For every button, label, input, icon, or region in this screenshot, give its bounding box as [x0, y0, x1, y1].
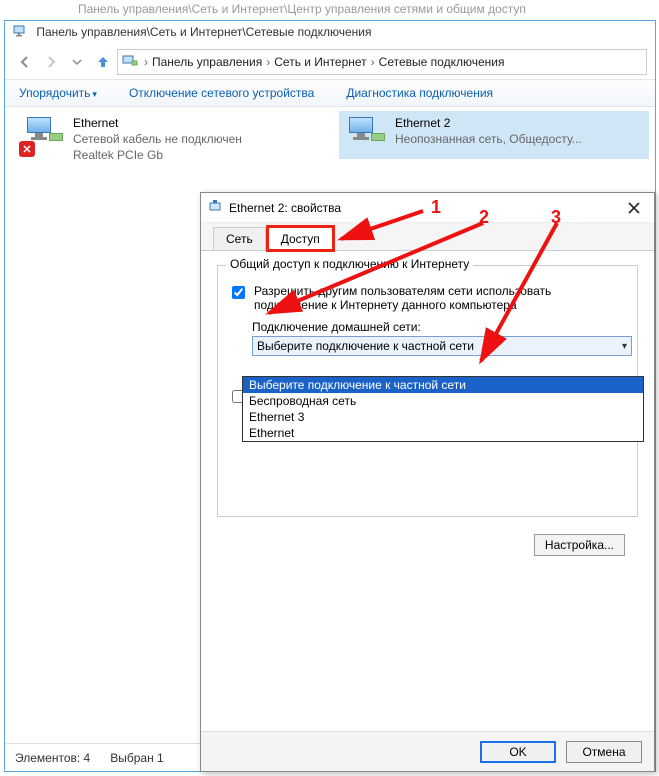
nav-recent-button[interactable] — [65, 50, 89, 74]
combo-option[interactable]: Выберите подключение к частной сети — [243, 377, 643, 393]
disconnected-x-icon: ✕ — [19, 141, 35, 157]
nic-icon — [343, 115, 387, 155]
connection-status: Неопознанная сеть, Общедосту... — [395, 131, 582, 147]
settings-button[interactable]: Настройка... — [534, 534, 625, 556]
tab-sharing[interactable]: Доступ — [268, 227, 333, 250]
home-connection-label: Подключение домашней сети: — [252, 320, 627, 334]
close-button[interactable] — [620, 197, 648, 219]
chevron-right-icon: › — [144, 55, 148, 69]
toolbar: Упорядочить▾ Отключение сетевого устройс… — [5, 79, 655, 107]
nav-forward-button — [39, 50, 63, 74]
close-icon — [628, 202, 640, 214]
nav-back-button[interactable] — [13, 50, 37, 74]
window-title-text: Панель управления\Сеть и Интернет\Сетевы… — [36, 25, 371, 39]
home-connection-combo[interactable]: Выберите подключение к частной сети ▾ — [252, 336, 632, 356]
connection-device: Realtek PCIe Gb — [73, 147, 242, 163]
window-titlebar: Панель управления\Сеть и Интернет\Сетевы… — [5, 21, 655, 45]
allow-sharing-label: Разрешить другим пользователям сети испо… — [254, 284, 627, 312]
breadcrumb-net-connections[interactable]: Сетевые подключения — [379, 55, 505, 69]
chevron-down-icon: ▾ — [92, 89, 97, 99]
groupbox-legend: Общий доступ к подключению к Интернету — [226, 257, 473, 271]
breadcrumb-control-panel[interactable]: Панель управления — [152, 55, 262, 69]
chevron-down-icon: ▾ — [622, 341, 627, 352]
toolbar-organize[interactable]: Упорядочить▾ — [19, 86, 97, 100]
connection-labels: Ethernet Сетевой кабель не подключен Rea… — [73, 115, 242, 163]
connection-item-ethernet2[interactable]: Ethernet 2 Неопознанная сеть, Общедосту.… — [339, 111, 649, 159]
ok-button[interactable]: OK — [480, 741, 556, 763]
ethernet-icon — [207, 198, 223, 217]
combo-option[interactable]: Ethernet — [243, 425, 643, 441]
combo-option[interactable]: Беспроводная сеть — [243, 393, 643, 409]
connection-labels: Ethernet 2 Неопознанная сеть, Общедосту.… — [395, 115, 582, 155]
properties-dialog: Ethernet 2: свойства Сеть Доступ Общий д… — [200, 192, 655, 772]
toolbar-diagnose[interactable]: Диагностика подключения — [346, 86, 493, 100]
addressbar-icon — [122, 55, 138, 70]
connection-status: Сетевой кабель не подключен — [73, 131, 242, 147]
ghost-window-title: Панель управления\Сеть и Интернет\Центр … — [0, 0, 659, 20]
nic-icon: ✕ — [21, 115, 65, 155]
status-selected-count: Выбран 1 — [110, 751, 163, 765]
status-elements-count: Элементов: 4 — [15, 751, 90, 765]
home-connection-dropdown[interactable]: Выберите подключение к частной сети Бесп… — [242, 376, 644, 442]
network-connections-icon — [13, 25, 29, 40]
nav-up-button[interactable] — [91, 50, 115, 74]
tab-network[interactable]: Сеть — [213, 227, 266, 250]
cancel-button[interactable]: Отмена — [566, 741, 642, 763]
addressbar-row: › Панель управления › Сеть и Интернет › … — [5, 45, 655, 79]
dialog-title-text: Ethernet 2: свойства — [229, 201, 620, 215]
chevron-right-icon: › — [371, 55, 375, 69]
dialog-button-row: OK Отмена — [201, 731, 654, 771]
chevron-right-icon: › — [266, 55, 270, 69]
connection-name: Ethernet 2 — [395, 115, 582, 131]
toolbar-disable-device[interactable]: Отключение сетевого устройства — [129, 86, 314, 100]
combo-selected-value: Выберите подключение к частной сети — [257, 339, 474, 353]
combo-option[interactable]: Ethernet 3 — [243, 409, 643, 425]
tabstrip: Сеть Доступ — [201, 223, 654, 251]
breadcrumb-net-internet[interactable]: Сеть и Интернет — [274, 55, 366, 69]
dialog-body: Общий доступ к подключению к Интернету Р… — [201, 251, 654, 731]
connection-name: Ethernet — [73, 115, 242, 131]
ics-groupbox: Общий доступ к подключению к Интернету Р… — [217, 265, 638, 517]
dialog-titlebar: Ethernet 2: свойства — [201, 193, 654, 223]
addressbar[interactable]: › Панель управления › Сеть и Интернет › … — [117, 49, 647, 75]
allow-sharing-checkbox-row[interactable]: Разрешить другим пользователям сети испо… — [228, 284, 627, 312]
connection-item-ethernet[interactable]: ✕ Ethernet Сетевой кабель не подключен R… — [17, 111, 327, 167]
allow-sharing-checkbox[interactable] — [232, 286, 245, 299]
